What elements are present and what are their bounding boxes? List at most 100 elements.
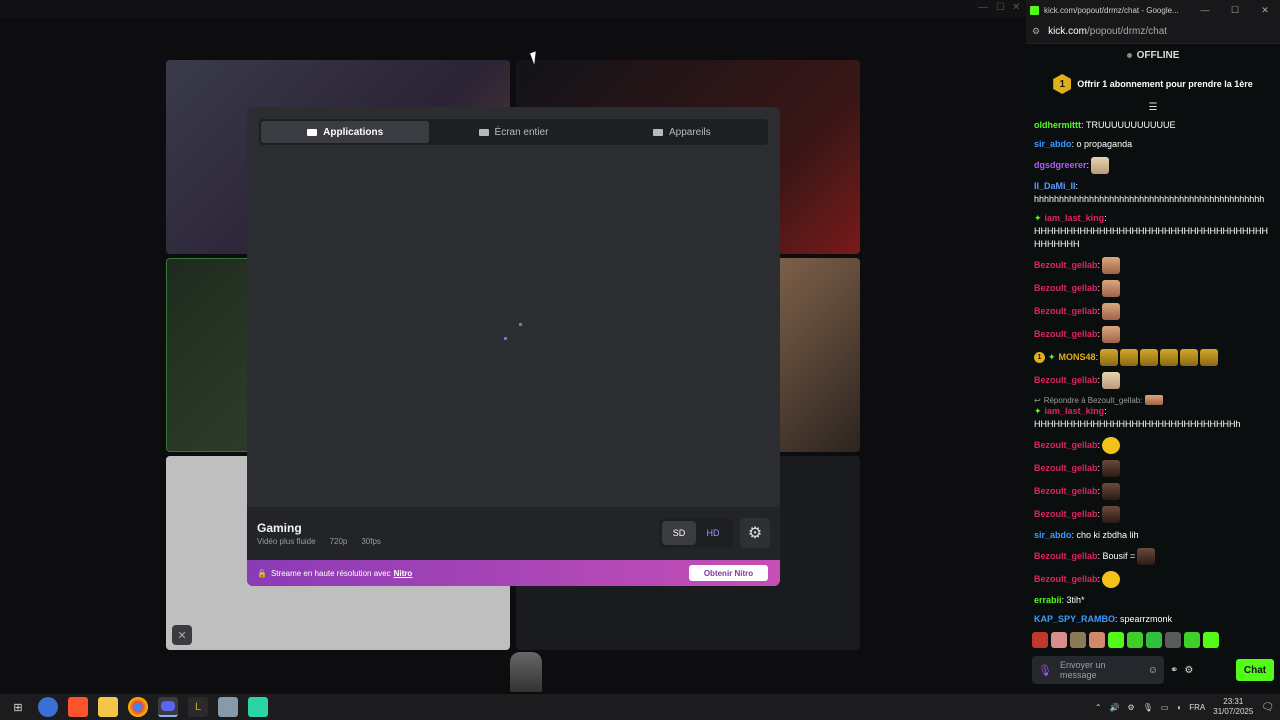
app-icon[interactable] [248, 697, 268, 717]
username[interactable]: KAP_SPY_RAMBO [1034, 613, 1115, 626]
mic-tray-icon[interactable]: 🎙 [1143, 703, 1153, 712]
chat-message: Bezoult_gellab: [1034, 457, 1272, 480]
mic-muted-icon: ✕ [172, 625, 192, 645]
chat-message: Bezoult_gellab: [1034, 568, 1272, 591]
maximize-icon[interactable]: ☐ [1220, 5, 1250, 16]
emote-icon[interactable] [1070, 632, 1086, 648]
display-icon[interactable]: ▭ [1161, 703, 1169, 712]
nitro-link[interactable]: Nitro [394, 569, 413, 578]
username[interactable]: errabii [1034, 594, 1062, 607]
username[interactable]: Bezoult_gellab [1034, 305, 1098, 318]
emote-icon[interactable] [1127, 632, 1143, 648]
volume-icon[interactable]: 🔊 [1110, 703, 1120, 712]
chevron-up-icon[interactable]: ⌃ [1095, 703, 1102, 712]
app-icon[interactable] [218, 697, 238, 717]
emote-icon [1102, 257, 1121, 274]
get-nitro-button[interactable]: Obtenir Nitro [689, 565, 768, 581]
settings-button[interactable]: ⚙ [740, 518, 770, 548]
brave-icon[interactable] [68, 697, 88, 717]
username[interactable]: sir_abdo [1034, 138, 1072, 151]
emote-icon[interactable] [1108, 632, 1124, 648]
username[interactable]: dgsdgreerer [1034, 159, 1087, 172]
username[interactable]: Bezoult_gellab [1034, 282, 1098, 295]
points-icon[interactable]: ⚭ [1170, 665, 1178, 676]
username[interactable]: oldhermittt [1034, 119, 1081, 132]
minimize-icon[interactable]: — [978, 2, 988, 13]
close-icon[interactable]: ✕ [1012, 2, 1020, 13]
tab-devices[interactable]: Appareils [598, 121, 766, 143]
minimize-icon[interactable]: — [1190, 5, 1220, 15]
emote-icon[interactable] [1089, 632, 1105, 648]
chrome-icon[interactable] [128, 697, 148, 717]
sd-button[interactable]: SD [662, 521, 696, 545]
emote-icon [1120, 349, 1139, 366]
speaker-icon[interactable]: ◖ [1176, 703, 1181, 712]
tab-label: Applications [323, 126, 384, 138]
chat-input-area: 🎙 Envoyer un message ☺ ⚭ ⚙ Chat [1032, 656, 1274, 684]
emote-icon[interactable] [1051, 632, 1067, 648]
username[interactable]: iam_last_king [1045, 212, 1105, 225]
tab-entire-screen[interactable]: Écran entier [429, 121, 597, 143]
chat-message: Bezoult_gellab: [1034, 480, 1272, 503]
username[interactable]: Bezoult_gellab [1034, 374, 1098, 387]
hd-button[interactable]: HD [696, 521, 730, 545]
language-indicator[interactable]: FRA [1189, 703, 1205, 712]
folder-icon[interactable] [98, 697, 118, 717]
gift-sub-banner[interactable]: 1 Offrir 1 abonnement pour prendre la 1è… [1026, 66, 1280, 102]
filter-icon[interactable]: ☰ [1026, 102, 1280, 116]
emote-icon [1160, 349, 1179, 366]
quality-toggle: SD HD [659, 518, 733, 548]
discord-icon[interactable] [158, 697, 178, 717]
browser-app-icon[interactable] [38, 697, 58, 717]
chat-message: dgsdgreerer: [1034, 154, 1272, 177]
emote-icon [1102, 372, 1121, 389]
username[interactable]: Bezoult_gellab [1034, 439, 1098, 452]
emote-icon [1102, 483, 1121, 500]
notification-icon[interactable]: 🗨 [1261, 702, 1274, 713]
tab-label: Écran entier [494, 126, 549, 138]
username[interactable]: MONS48 [1059, 351, 1096, 364]
username[interactable]: II_DaMi_II [1034, 180, 1076, 193]
username[interactable]: Bezoult_gellab [1034, 328, 1098, 341]
league-icon[interactable]: L [188, 697, 208, 717]
mic-icon[interactable]: 🎙 [1038, 664, 1052, 677]
emote-icon[interactable] [1032, 632, 1048, 648]
emoji-icon[interactable]: ☺ [1148, 665, 1158, 676]
username[interactable]: iam_last_king [1045, 405, 1105, 418]
maximize-icon[interactable]: ☐ [996, 2, 1005, 13]
sparkle-badge-icon: ✦ [1048, 352, 1056, 362]
clock[interactable]: 23:31 31/07/2025 [1213, 697, 1253, 717]
username[interactable]: sir_abdo [1034, 529, 1072, 542]
sparkle-badge-icon: ✦ [1034, 406, 1042, 416]
emote-icon[interactable] [1184, 632, 1200, 648]
username[interactable]: Bezoult_gellab [1034, 508, 1098, 521]
reply-reference[interactable]: ↩ Répondre à Bezoult_gellab: [1034, 392, 1272, 405]
start-icon[interactable]: ⊞ [8, 697, 28, 717]
send-chat-button[interactable]: Chat [1236, 659, 1274, 681]
username[interactable]: Bezoult_gellab [1034, 550, 1098, 563]
message-text: HHHHHHHHHHHHHHHHHHHHHHHHHHHHHHHh [1034, 419, 1241, 429]
chat-message: Bezoult_gellab: [1034, 254, 1272, 277]
address-bar[interactable]: ⚙ kick.com /popout/drmz/chat [1026, 20, 1280, 44]
emote-icon[interactable] [1146, 632, 1162, 648]
emote-icon [1140, 349, 1159, 366]
settings-gear-icon[interactable]: ⚙ [1184, 665, 1193, 676]
username[interactable]: Bezoult_gellab [1034, 462, 1098, 475]
chat-message: Bezoult_gellab: [1034, 434, 1272, 457]
loading-spinner [504, 337, 507, 340]
username[interactable]: Bezoult_gellab [1034, 573, 1098, 586]
tab-applications[interactable]: Applications [261, 121, 430, 143]
network-tray-icon[interactable]: ⚙ [1128, 703, 1135, 712]
emote-icon[interactable] [1165, 632, 1181, 648]
chat-message: sir_abdo: cho ki zbdha lih [1034, 529, 1139, 542]
username[interactable]: Bezoult_gellab [1034, 485, 1098, 498]
username[interactable]: Bezoult_gellab [1034, 259, 1098, 272]
emote-icon [1102, 506, 1121, 523]
chat-message: II_DaMi_II: hhhhhhhhhhhhhhhhhhhhhhhhhhhhh… [1034, 177, 1272, 209]
close-icon[interactable]: ✕ [1250, 5, 1280, 16]
emote-icon[interactable] [1203, 632, 1219, 648]
site-info-icon[interactable]: ⚙ [1032, 26, 1040, 37]
message-input[interactable]: 🎙 Envoyer un message ☺ [1032, 656, 1164, 684]
message-text: Bousif = [1102, 551, 1136, 561]
avatar[interactable] [510, 652, 542, 692]
